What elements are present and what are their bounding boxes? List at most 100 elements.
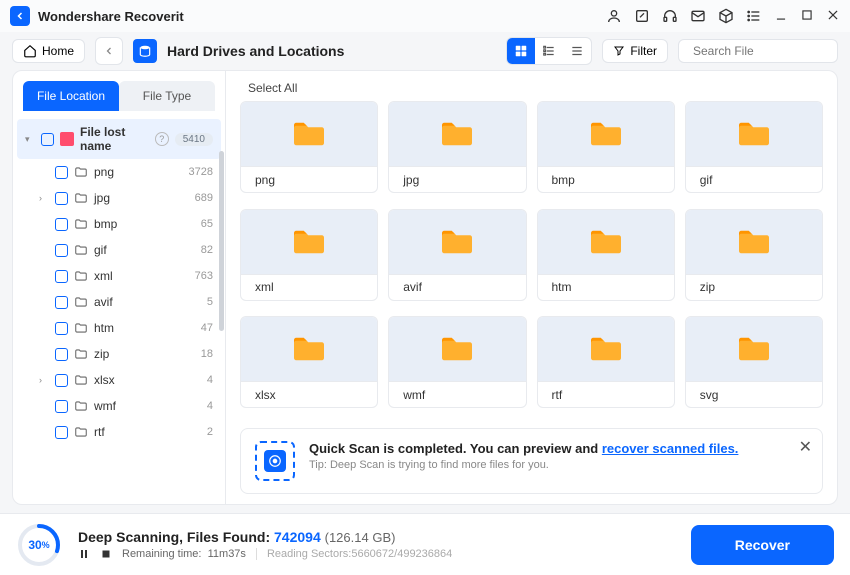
tree-item-count: 5 [207, 296, 213, 308]
back-button[interactable] [95, 37, 123, 65]
mail-icon[interactable] [690, 8, 706, 24]
folder-card[interactable]: wmf [388, 316, 526, 408]
home-button[interactable]: Home [12, 39, 85, 63]
tree-root-count: 5410 [175, 133, 213, 146]
tree-item[interactable]: bmp 65 [17, 211, 221, 237]
scan-complete-icon [255, 441, 295, 481]
folder-thumbnail [389, 317, 525, 381]
tree-item[interactable]: rtf 2 [17, 419, 221, 445]
tab-file-type[interactable]: File Type [119, 81, 215, 111]
tree-item[interactable]: zip 18 [17, 341, 221, 367]
checkbox[interactable] [55, 244, 68, 257]
scan-status-line: Deep Scanning, Files Found: 742094 (126.… [78, 529, 675, 545]
search-input[interactable] [693, 44, 848, 58]
sidebar: File Location File Type ▾ File lost name… [12, 70, 226, 505]
tree-item[interactable]: › jpg 689 [17, 185, 221, 211]
folder-name: xml [255, 280, 274, 294]
pause-icon[interactable] [78, 548, 90, 560]
files-found-size: (126.14 GB) [325, 530, 396, 545]
tree-item-count: 18 [201, 348, 213, 360]
home-label: Home [42, 44, 74, 58]
view-detail-button[interactable] [563, 38, 591, 64]
folder-name: rtf [552, 388, 563, 402]
checkbox[interactable] [55, 374, 68, 387]
checkbox[interactable] [55, 322, 68, 335]
checkbox[interactable] [55, 296, 68, 309]
checkbox[interactable] [41, 133, 54, 146]
tree-item[interactable]: htm 47 [17, 315, 221, 341]
tree-item[interactable]: avif 5 [17, 289, 221, 315]
tree-item-label: png [94, 165, 183, 179]
folder-name: wmf [403, 388, 425, 402]
tree-item-count: 82 [201, 244, 213, 256]
cube-icon[interactable] [718, 8, 734, 24]
progress-ring: 30% [16, 522, 62, 568]
folder-icon [74, 217, 88, 231]
help-icon[interactable]: ? [155, 132, 169, 146]
folder-thumbnail [241, 317, 377, 381]
tree-item[interactable]: gif 82 [17, 237, 221, 263]
filter-button[interactable]: Filter [602, 39, 668, 63]
folder-card[interactable]: svg [685, 316, 823, 408]
view-grid-button[interactable] [507, 38, 535, 64]
folder-thumbnail [538, 210, 674, 274]
stop-icon[interactable] [100, 548, 112, 560]
titlebar: Wondershare Recoverit [0, 0, 850, 32]
tab-file-location[interactable]: File Location [23, 81, 119, 111]
folder-thumbnail [538, 317, 674, 381]
checkbox[interactable] [55, 192, 68, 205]
tree-item[interactable]: png 3728 [17, 159, 221, 185]
reading-sectors: Reading Sectors:5660672/499236864 [256, 548, 452, 560]
account-icon[interactable] [606, 8, 622, 24]
headset-icon[interactable] [662, 8, 678, 24]
folder-name: jpg [403, 173, 419, 187]
folder-name: png [255, 173, 275, 187]
tree-item-label: zip [94, 347, 195, 361]
folder-thumbnail [686, 210, 822, 274]
tree-item[interactable]: xml 763 [17, 263, 221, 289]
folder-card[interactable]: avif [388, 209, 526, 301]
folder-card[interactable]: zip [685, 209, 823, 301]
checkbox[interactable] [55, 400, 68, 413]
tree-item[interactable]: › xlsx 4 [17, 367, 221, 393]
view-list-button[interactable] [535, 38, 563, 64]
menu-icon[interactable] [746, 8, 762, 24]
folder-card[interactable]: gif [685, 101, 823, 193]
tree-item-count: 4 [207, 374, 213, 386]
tree-item-label: jpg [94, 191, 189, 205]
notification-close-icon[interactable]: ✕ [799, 437, 812, 457]
checkbox[interactable] [55, 348, 68, 361]
folder-card[interactable]: htm [537, 209, 675, 301]
close-icon[interactable] [826, 8, 840, 24]
recover-button[interactable]: Recover [691, 525, 834, 565]
folder-card[interactable]: bmp [537, 101, 675, 193]
folder-icon [74, 347, 88, 361]
file-tree: ▾ File lost name ? 5410 png 3728› jpg 68… [13, 111, 225, 504]
scrollbar[interactable] [219, 151, 224, 331]
folder-grid: png jpg bmp gif xml avif htm zip xlsx wm… [226, 101, 837, 422]
tree-item[interactable]: wmf 4 [17, 393, 221, 419]
view-toggle [506, 37, 592, 65]
checkbox[interactable] [55, 270, 68, 283]
folder-card[interactable]: jpg [388, 101, 526, 193]
folder-card[interactable]: rtf [537, 316, 675, 408]
recover-files-link[interactable]: recover scanned files. [602, 441, 739, 456]
checkbox[interactable] [55, 218, 68, 231]
notification-tip: Tip: Deep Scan is trying to find more fi… [309, 459, 808, 471]
tree-root[interactable]: ▾ File lost name ? 5410 [17, 119, 221, 159]
feedback-icon[interactable] [634, 8, 650, 24]
search-box[interactable] [678, 39, 838, 63]
folder-icon [74, 425, 88, 439]
minimize-icon[interactable] [774, 8, 788, 24]
folder-card[interactable]: png [240, 101, 378, 193]
folder-card[interactable]: xlsx [240, 316, 378, 408]
checkbox[interactable] [55, 166, 68, 179]
maximize-icon[interactable] [800, 8, 814, 24]
statusbar: 30% Deep Scanning, Files Found: 742094 (… [0, 513, 850, 575]
tree-item-count: 2 [207, 426, 213, 438]
app-title: Wondershare Recoverit [38, 9, 184, 24]
folder-card[interactable]: xml [240, 209, 378, 301]
app-logo-icon [10, 6, 30, 26]
tree-item-label: wmf [94, 399, 201, 413]
checkbox[interactable] [55, 426, 68, 439]
